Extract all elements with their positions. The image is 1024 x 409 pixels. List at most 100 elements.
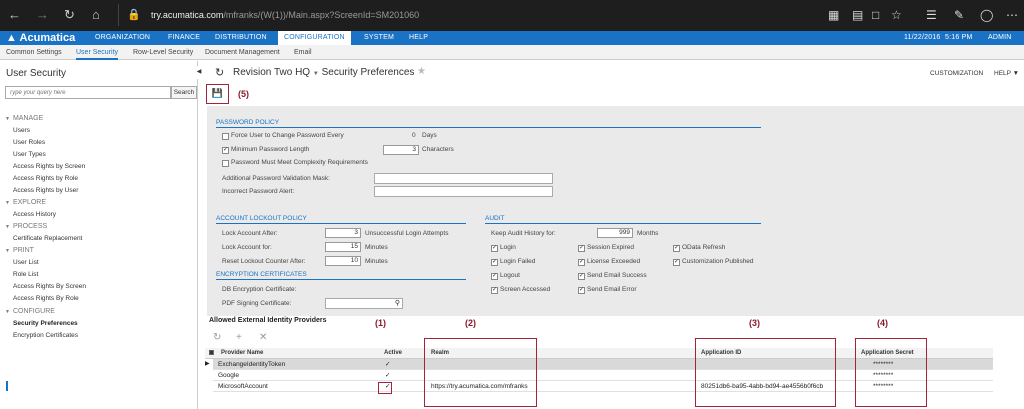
web-note-icon[interactable]: ✎ [954,8,964,22]
sidebar-search-field[interactable] [5,86,171,99]
page-title: Revision Two HQ ▼ Security Preferences [233,67,415,78]
reset-unit: Minutes [365,258,388,265]
add-row-icon[interactable]: + [236,332,242,343]
forward-icon[interactable]: → [36,8,49,22]
force-change-checkbox[interactable] [222,133,229,140]
favorite-star-icon[interactable]: ☆ [891,8,902,22]
delete-row-icon[interactable]: ✕ [259,332,267,343]
menu-distribution[interactable]: DISTRIBUTION [215,34,267,41]
min-length-input[interactable]: 3 [383,145,419,155]
complexity-checkbox[interactable] [222,160,229,167]
section-explore[interactable]: ▼ EXPLORE [5,199,46,206]
audit-login-checkbox[interactable]: ✓ [491,245,498,252]
audit-odata-checkbox[interactable]: ✓ [673,245,680,252]
help-menu[interactable]: HELP ▼ [994,70,1019,77]
audit-customization-checkbox[interactable]: ✓ [673,259,680,266]
section-configure[interactable]: ▼ CONFIGURE [5,308,55,315]
sidebar-item-security-preferences[interactable]: Security Preferences [13,320,78,327]
sidebar-item-print-access-by-screen[interactable]: Access Rights By Screen [13,283,86,290]
share-icon[interactable]: ◯ [980,8,993,22]
section-manage[interactable]: ▼ MANAGE [5,115,43,122]
audit-session-expired-checkbox[interactable]: ✓ [578,245,585,252]
column-provider-name[interactable]: Provider Name [218,348,358,359]
refresh-grid-icon[interactable]: ↻ [213,332,221,343]
min-length-label: Minimum Password Length [231,146,310,153]
keep-history-input[interactable]: 999 [597,228,633,238]
reading-view-icon[interactable]: ▤ [852,8,863,22]
sidebar-item-user-types[interactable]: User Types [13,151,46,158]
sidebar-item-users[interactable]: Users [13,127,30,134]
audit-license-exceeded-checkbox[interactable]: ✓ [578,259,585,266]
sidebar-item-encryption-certificates[interactable]: Encryption Certificates [13,332,78,339]
sidebar-item-role-list[interactable]: Role List [13,271,38,278]
sidebar-item-certificate-replacement[interactable]: Certificate Replacement [13,235,82,242]
sidebar-item-user-list[interactable]: User List [13,259,39,266]
sidebar-item-print-access-by-role[interactable]: Access Rights By Role [13,295,79,302]
validation-mask-label: Additional Password Validation Mask: [222,175,330,182]
sidebar-title: User Security [6,68,67,79]
menu-finance[interactable]: FINANCE [168,34,200,41]
sidebar-item-access-rights-by-user[interactable]: Access Rights by User [13,187,78,194]
active-cell[interactable]: ✓ [385,370,390,381]
provider-name-cell[interactable]: MicrosoftAccount [218,381,268,392]
subnav-document-management[interactable]: Document Management [205,49,280,56]
reset-input[interactable]: 10 [325,256,361,266]
incorrect-alert-input[interactable] [374,186,553,197]
audit-email-success-checkbox[interactable]: ✓ [578,273,585,280]
audit-header: AUDIT [485,215,505,222]
sidebar-item-access-history[interactable]: Access History [13,211,56,218]
audit-screen-accessed-checkbox[interactable]: ✓ [491,287,498,294]
lock-for-input[interactable]: 15 [325,242,361,252]
subnav-common-settings[interactable]: Common Settings [6,49,62,56]
keep-history-label: Keep Audit History for: [491,230,556,237]
column-active[interactable]: Active [358,348,428,359]
extension-icon[interactable]: ▦ [828,8,839,22]
pdf-cert-selector[interactable]: ⚲ [325,298,403,309]
lockout-divider [216,223,466,224]
provider-name-cell[interactable]: Google [218,370,239,381]
section-process[interactable]: ▼ PROCESS [5,223,47,230]
hub-menu-icon[interactable]: ☰ [926,8,937,22]
sidebar-item-access-rights-by-role[interactable]: Access Rights by Role [13,175,78,182]
refresh-page-icon[interactable]: ↻ [215,66,224,79]
home-icon[interactable]: ⌂ [92,8,100,22]
force-change-value[interactable]: 0 [412,132,416,139]
menu-system[interactable]: SYSTEM [364,34,394,41]
save-icon: 💾 [211,88,224,98]
section-print[interactable]: ▼ PRINT [5,247,34,254]
subnav-user-security[interactable]: User Security [76,49,119,60]
identity-providers-title: Allowed External Identity Providers [209,317,327,324]
provider-name-cell[interactable]: ExchangeIdentityToken [218,359,285,370]
sub-navigation: Common Settings User Security Row-Level … [0,45,1024,60]
sidebar-search-button[interactable]: Search [171,86,197,99]
audit-email-error-checkbox[interactable]: ✓ [578,287,585,294]
menu-configuration[interactable]: CONFIGURATION [278,31,351,45]
audit-logout-checkbox[interactable]: ✓ [491,273,498,280]
sidebar-item-access-rights-by-screen[interactable]: Access Rights by Screen [13,163,85,170]
sidebar-search-input[interactable] [6,87,170,98]
address-bar[interactable]: 🔒 try.acumatica.com/mfranks/(W(1))/Main.… [118,4,818,26]
customization-menu[interactable]: CUSTOMIZATION [930,70,983,77]
subnav-row-level-security[interactable]: Row-Level Security [133,49,193,56]
sidebar-item-user-roles[interactable]: User Roles [13,139,45,146]
audit-logout-label: Logout [500,272,520,279]
menu-help[interactable]: HELP [409,34,428,41]
bookmark-icon[interactable]: □ [872,8,879,22]
acumatica-logo[interactable]: ▲ Acumatica [6,32,75,44]
more-icon[interactable]: ⋯ [1006,8,1018,22]
refresh-icon[interactable]: ↻ [64,8,75,22]
subnav-email[interactable]: Email [294,49,312,56]
favorite-icon[interactable]: ★ [417,66,426,77]
lock-after-unit: Unsuccessful Login Attempts [365,230,449,237]
search-icon[interactable]: ⚲ [395,299,400,307]
lock-after-input[interactable]: 3 [325,228,361,238]
validation-mask-input[interactable] [374,173,553,184]
min-length-checkbox[interactable]: ✓ [222,147,229,154]
back-icon[interactable]: ← [8,8,21,22]
grid-row-selector-header[interactable]: ▣ [205,348,218,359]
user-menu[interactable]: ADMIN [988,34,1012,41]
audit-login-failed-checkbox[interactable]: ✓ [491,259,498,266]
menu-organization[interactable]: ORGANIZATION [95,34,150,41]
active-cell[interactable]: ✓ [385,359,390,370]
save-button[interactable]: 💾 [206,84,229,104]
